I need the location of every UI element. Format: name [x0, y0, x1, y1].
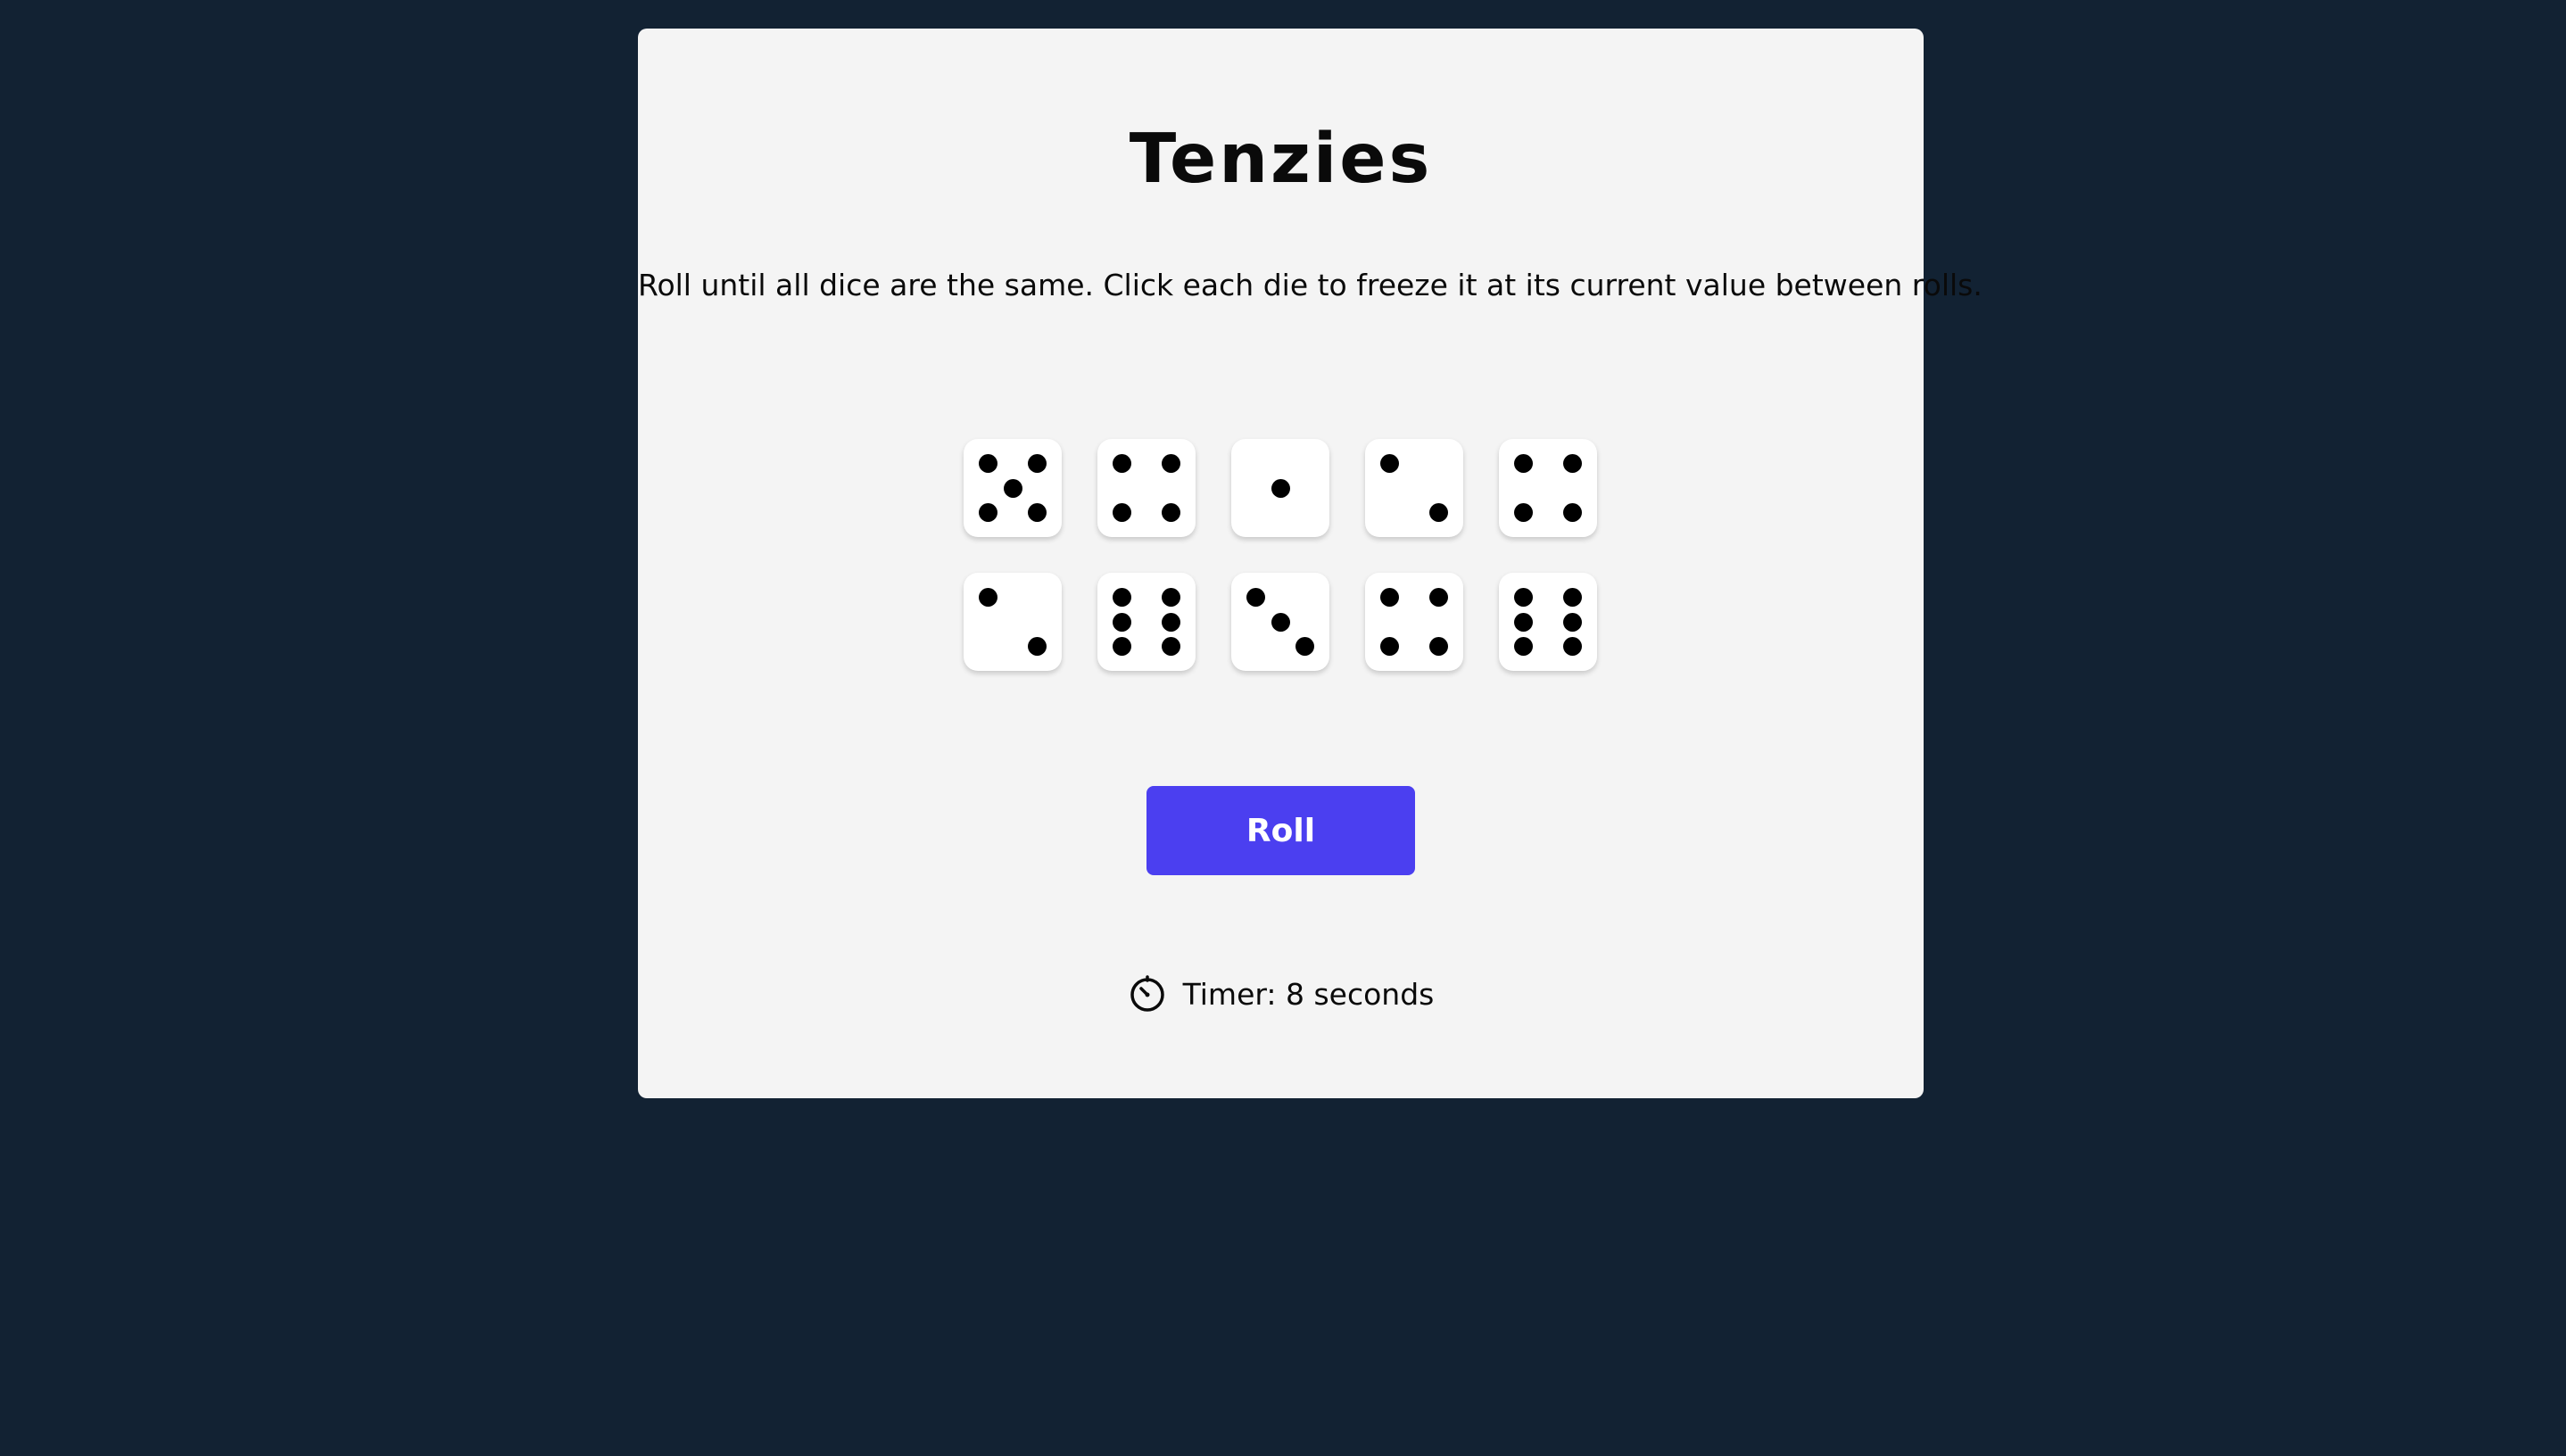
die-pip — [1380, 637, 1399, 656]
die-pip — [1514, 637, 1533, 656]
die-pip — [1162, 637, 1180, 656]
die-pip — [1514, 503, 1533, 522]
die-pip — [979, 503, 997, 522]
stopwatch-icon — [1128, 974, 1167, 1013]
die-pip — [1162, 454, 1180, 473]
die[interactable] — [1365, 439, 1463, 537]
die-pip — [979, 454, 997, 473]
die-pip — [1028, 637, 1047, 656]
die-pip — [1429, 588, 1448, 607]
die[interactable] — [1231, 573, 1329, 671]
die-pip — [1113, 588, 1131, 607]
die[interactable] — [964, 439, 1062, 537]
die-pip — [1295, 637, 1314, 656]
die-pip — [1162, 612, 1180, 632]
die[interactable] — [1231, 439, 1329, 537]
die-pip — [1113, 637, 1131, 656]
die[interactable] — [1365, 573, 1463, 671]
die-pip — [1429, 503, 1448, 522]
game-instructions: Roll until all dice are the same. Click … — [638, 268, 1982, 302]
die-pip — [1563, 612, 1582, 632]
die-pip — [1271, 612, 1290, 632]
die-pip — [1113, 612, 1131, 632]
die-pip — [1514, 612, 1533, 632]
die-pip — [1563, 454, 1582, 473]
die[interactable] — [964, 573, 1062, 671]
die-pip — [1514, 588, 1533, 607]
die[interactable] — [1499, 573, 1597, 671]
die-pip — [1003, 478, 1022, 498]
die-pip — [1271, 478, 1290, 498]
die[interactable] — [1097, 573, 1196, 671]
game-title: Tenzies — [1129, 120, 1433, 199]
die-pip — [1563, 637, 1582, 656]
die[interactable] — [1499, 439, 1597, 537]
timer-text: Timer: 8 seconds — [1182, 976, 1435, 1012]
roll-button[interactable]: Roll — [1146, 786, 1415, 875]
die-pip — [1380, 454, 1399, 473]
die-pip — [1246, 588, 1265, 607]
die-pip — [1113, 503, 1131, 522]
die-pip — [1514, 454, 1533, 473]
game-card: Tenzies Roll until all dice are the same… — [638, 29, 1982, 1098]
die-pip — [1162, 588, 1180, 607]
die-pip — [1563, 503, 1582, 522]
die-pip — [1380, 588, 1399, 607]
die-pip — [1563, 588, 1582, 607]
dice-grid — [964, 410, 1604, 674]
die-pip — [1429, 637, 1448, 656]
die-pip — [1113, 454, 1131, 473]
die-pip — [979, 588, 997, 607]
timer: Timer: 8 seconds — [638, 967, 1924, 1021]
die[interactable] — [1097, 439, 1196, 537]
die-pip — [1162, 503, 1180, 522]
die-pip — [1028, 503, 1047, 522]
die-pip — [1028, 454, 1047, 473]
